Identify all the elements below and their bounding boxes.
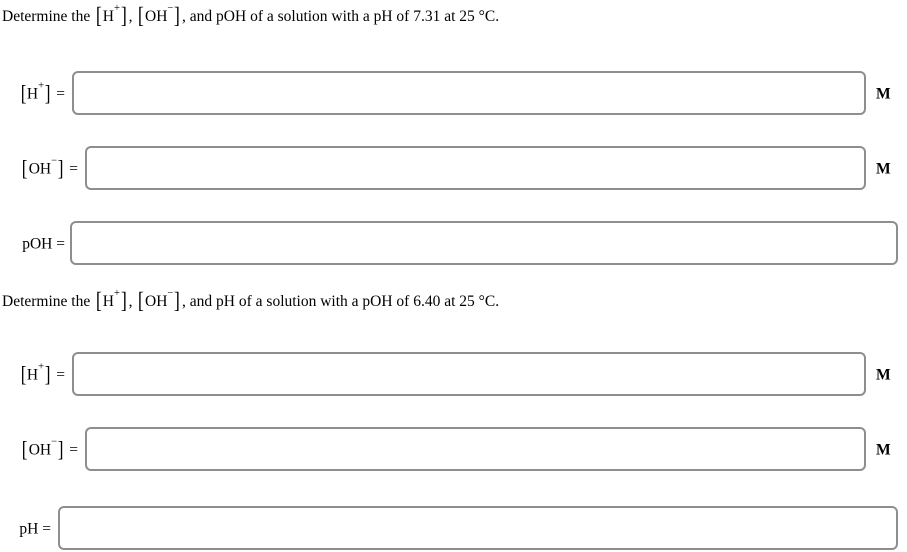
species-base: H bbox=[102, 293, 114, 310]
question-1-separator: , bbox=[128, 8, 137, 25]
answer-row-poh-q1: pOH = bbox=[0, 221, 907, 267]
answer-label-ph-q2: pH = bbox=[0, 521, 51, 537]
species-base: H bbox=[102, 8, 114, 25]
species-base: H bbox=[26, 85, 39, 103]
species-charge: − bbox=[51, 436, 58, 448]
species-formula: H+ bbox=[102, 288, 120, 310]
species-base: OH bbox=[28, 441, 52, 459]
answer-input-h-plus-q2[interactable] bbox=[72, 352, 866, 396]
question-2-prompt-tail: , and pH of a solution with a pOH of 6.4… bbox=[182, 293, 500, 310]
unit-label-molar-q1-h: M bbox=[876, 85, 891, 103]
equals-sign: = bbox=[38, 520, 51, 538]
answer-row-oh-minus-q1: [OH−] = M bbox=[0, 146, 907, 192]
species-charge: + bbox=[38, 361, 45, 373]
species-charge: − bbox=[167, 3, 174, 15]
question-2-species-hydroxide: [OH−] bbox=[138, 288, 181, 313]
species-base: OH bbox=[28, 160, 52, 178]
answer-input-poh-q1[interactable] bbox=[70, 221, 898, 265]
equals-sign: = bbox=[52, 235, 65, 253]
answer-input-oh-minus-q2[interactable] bbox=[85, 427, 866, 471]
species-h-plus: [H+] bbox=[20, 80, 51, 106]
species-formula: H+ bbox=[102, 3, 120, 25]
equals-sign: = bbox=[65, 160, 78, 178]
question-1-species-hydrogen: [H+] bbox=[95, 3, 127, 28]
species-oh-minus: [OH−] bbox=[22, 436, 64, 462]
species-h-plus: [H+] bbox=[20, 361, 51, 387]
worksheet-page: Determine the [H+], [OH−], and pOH of a … bbox=[0, 0, 907, 552]
answer-input-h-plus-q1[interactable] bbox=[72, 71, 866, 115]
equals-sign: = bbox=[52, 85, 65, 103]
equals-sign: = bbox=[65, 441, 78, 459]
question-2-separator: , bbox=[128, 293, 137, 310]
species-charge: + bbox=[113, 3, 120, 15]
answer-row-h-plus-q2: [H+] = M bbox=[0, 352, 907, 398]
quantity-name: pOH bbox=[22, 235, 53, 253]
species-formula: OH− bbox=[145, 3, 173, 25]
species-base: OH bbox=[145, 8, 168, 25]
species-formula: OH− bbox=[28, 437, 57, 459]
answer-row-h-plus-q1: [H+] = M bbox=[0, 71, 907, 117]
species-charge: − bbox=[167, 288, 174, 300]
species-charge: − bbox=[51, 155, 58, 167]
question-2-species-hydrogen: [H+] bbox=[95, 288, 127, 313]
question-1-prompt-lead: Determine the bbox=[2, 8, 91, 25]
question-1-prompt: Determine the [H+], [OH−], and pOH of a … bbox=[2, 3, 500, 28]
unit-label-molar-q2-h: M bbox=[876, 366, 891, 384]
answer-label-oh-minus-q1: [OH−] = bbox=[0, 155, 78, 181]
answer-input-ph-q2[interactable] bbox=[58, 506, 898, 550]
species-charge: + bbox=[113, 288, 120, 300]
answer-label-h-plus-q1: [H+] = bbox=[0, 80, 65, 106]
answer-label-oh-minus-q2: [OH−] = bbox=[0, 436, 78, 462]
species-formula: H+ bbox=[26, 81, 44, 103]
species-formula: H+ bbox=[26, 362, 44, 384]
question-2-prompt: Determine the [H+], [OH−], and pH of a s… bbox=[2, 288, 500, 313]
answer-row-ph-q2: pH = bbox=[0, 506, 907, 552]
quantity-name: pH bbox=[19, 520, 39, 538]
answer-label-poh-q1: pOH = bbox=[0, 236, 65, 252]
species-charge: + bbox=[38, 80, 45, 92]
equals-sign: = bbox=[52, 366, 65, 384]
species-formula: OH− bbox=[28, 156, 57, 178]
species-base: H bbox=[26, 366, 39, 384]
question-2-prompt-lead: Determine the bbox=[2, 293, 91, 310]
species-oh-minus: [OH−] bbox=[22, 155, 64, 181]
question-1-prompt-tail: , and pOH of a solution with a pH of 7.3… bbox=[182, 8, 500, 25]
answer-label-h-plus-q2: [H+] = bbox=[0, 361, 65, 387]
unit-label-molar-q2-oh: M bbox=[876, 441, 891, 459]
unit-label-molar-q1-oh: M bbox=[876, 160, 891, 178]
answer-row-oh-minus-q2: [OH−] = M bbox=[0, 427, 907, 473]
question-1-species-hydroxide: [OH−] bbox=[138, 3, 181, 28]
answer-input-oh-minus-q1[interactable] bbox=[85, 146, 866, 190]
species-formula: OH− bbox=[145, 288, 173, 310]
species-base: OH bbox=[145, 293, 168, 310]
